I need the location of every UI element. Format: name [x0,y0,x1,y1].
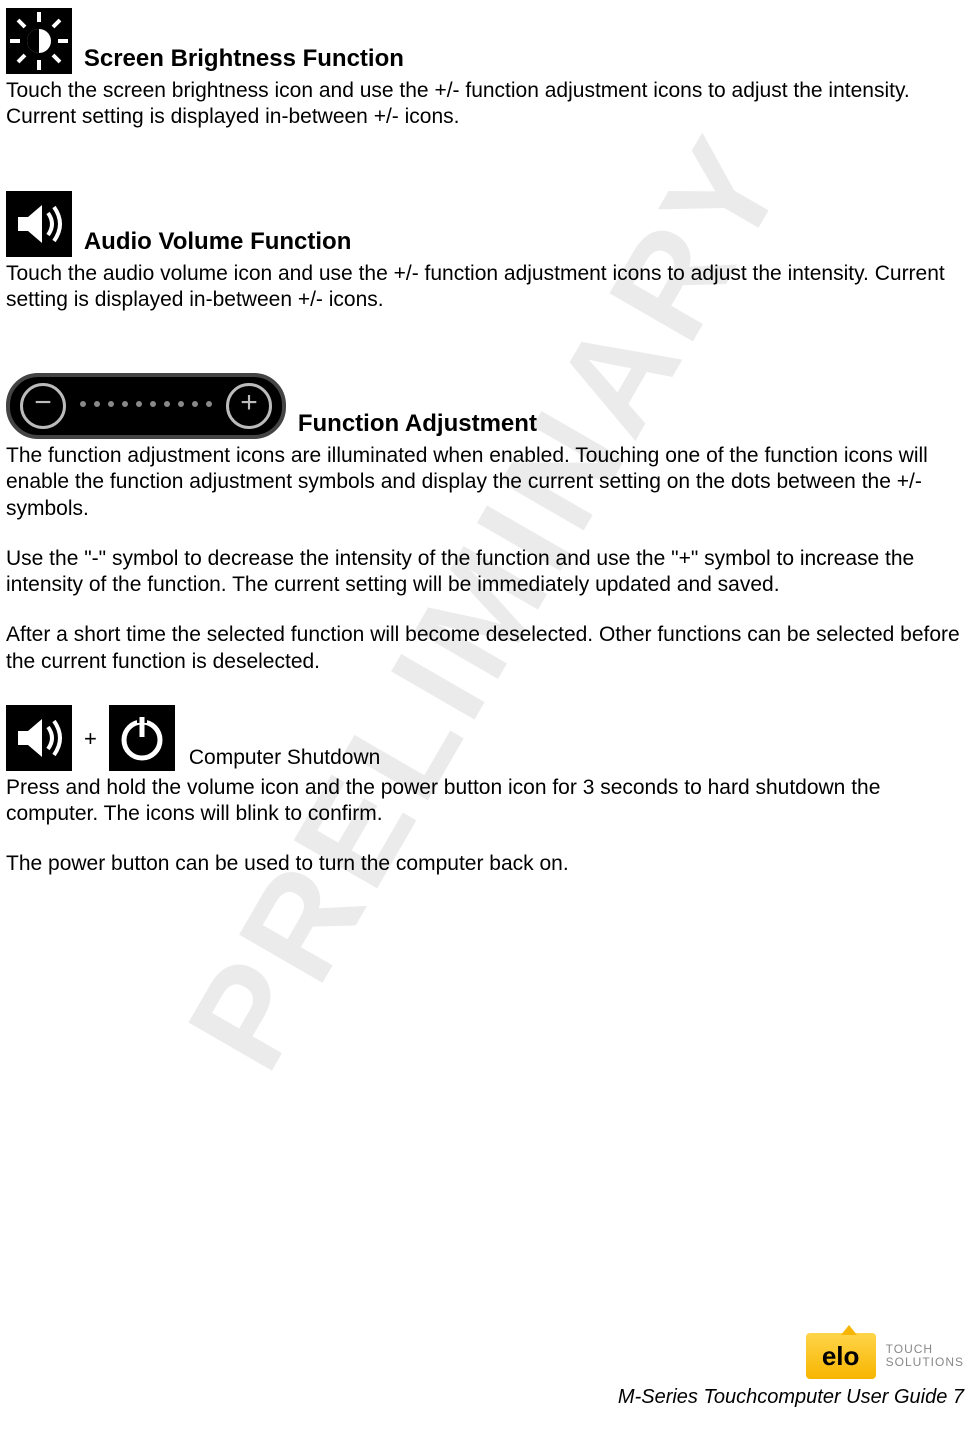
brightness-icon [6,8,72,74]
elo-logo: elo TOUCH SOLUTIONS [806,1333,964,1379]
shutdown-p1: Press and hold the volume icon and the p… [6,775,968,828]
footer-line: M-Series Touchcomputer User Guide 7 [618,1385,964,1410]
plus-icon: + [226,383,272,429]
level-dots [80,401,212,411]
plus-separator: + [84,725,97,753]
elo-logo-mark: elo [806,1333,876,1379]
section-volume: Audio Volume Function Touch the audio vo… [6,191,968,314]
adjustment-p3: After a short time the selected function… [6,622,968,675]
volume-body: Touch the audio volume icon and use the … [6,261,968,314]
adjustment-bar-icon: − + [6,373,286,439]
shutdown-heading: Computer Shutdown [189,745,380,771]
page-footer: elo TOUCH SOLUTIONS M-Series Touchcomput… [618,1333,964,1410]
adjustment-heading: Function Adjustment [298,410,537,437]
elo-logo-text: TOUCH SOLUTIONS [886,1343,964,1369]
adjustment-p1: The function adjustment icons are illumi… [6,443,968,522]
volume-icon-small [6,705,72,771]
shutdown-p2: The power button can be used to turn the… [6,851,968,877]
volume-heading: Audio Volume Function [84,228,352,255]
volume-icon [6,191,72,257]
power-icon [109,705,175,771]
brightness-body: Touch the screen brightness icon and use… [6,78,968,131]
brightness-heading: Screen Brightness Function [84,45,404,72]
adjustment-p2: Use the "-" symbol to decrease the inten… [6,546,968,599]
section-shutdown: + Computer Shutdown Press and hold the v… [6,705,968,878]
section-brightness: Screen Brightness Function Touch the scr… [6,8,968,131]
logo-sub2: SOLUTIONS [886,1356,964,1369]
section-adjustment: − + Function Adjustment The function adj… [6,373,968,675]
minus-icon: − [20,383,66,429]
